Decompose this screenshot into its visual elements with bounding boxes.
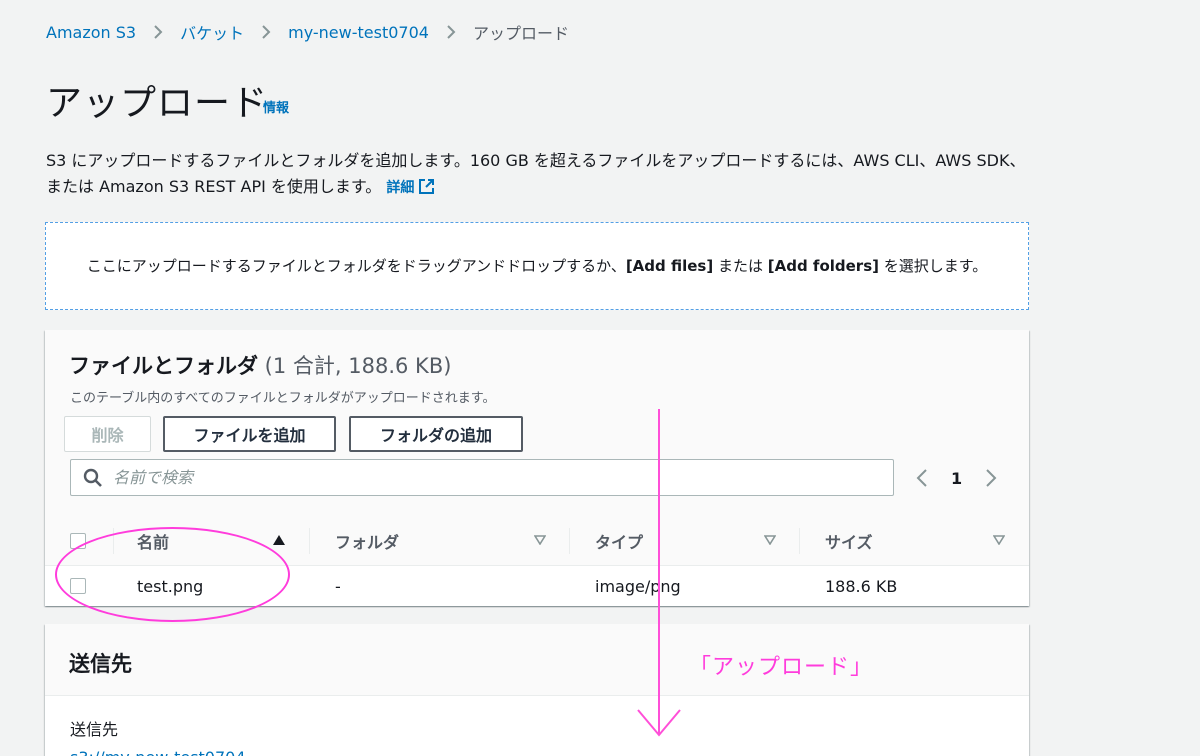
panel-title-text: ファイルとフォルダ bbox=[69, 354, 258, 378]
column-divider bbox=[569, 528, 570, 554]
description-text: S3 にアップロードするファイルとフォルダを追加します。160 GB を超えるフ… bbox=[46, 151, 1026, 196]
destination-label: 送信先 bbox=[70, 720, 119, 739]
breadcrumb-item-buckets[interactable]: バケット bbox=[180, 20, 244, 44]
breadcrumb: Amazon S3 バケット my-new-test0704 アップロード bbox=[46, 20, 569, 44]
column-header-size[interactable]: サイズ bbox=[825, 516, 873, 565]
dropzone-add-folders: [Add folders] bbox=[767, 256, 879, 275]
page-description: S3 にアップロードするファイルとフォルダを追加します。160 GB を超えるフ… bbox=[46, 148, 1036, 201]
breadcrumb-current: アップロード bbox=[472, 24, 569, 43]
column-size-label: サイズ bbox=[825, 532, 873, 552]
details-link-label: 詳細 bbox=[386, 180, 415, 196]
breadcrumb-item-s3[interactable]: Amazon S3 bbox=[46, 23, 136, 42]
dropzone-text-after: を選択します。 bbox=[879, 256, 988, 275]
column-divider bbox=[799, 528, 800, 554]
chevron-right-icon bbox=[429, 24, 473, 40]
column-type-label: タイプ bbox=[595, 532, 644, 552]
cell-folder: - bbox=[335, 576, 341, 596]
panel-title: ファイルとフォルダ (1 合計, 188.6 KB) bbox=[69, 350, 451, 380]
panel-subtitle: このテーブル内のすべてのファイルとフォルダがアップロードされます。 bbox=[70, 391, 496, 406]
column-folder-label: フォルダ bbox=[335, 532, 400, 552]
external-link-icon bbox=[419, 179, 435, 194]
sort-descending-icon[interactable] bbox=[764, 535, 776, 545]
search-input[interactable] bbox=[113, 468, 873, 487]
dropzone-text: ここにアップロードするファイルとフォルダをドラッグアンドドロップするか、[Add… bbox=[87, 254, 988, 279]
details-link[interactable]: 詳細 bbox=[386, 179, 435, 196]
chevron-right-icon bbox=[244, 24, 288, 40]
panel-count: (1 合計, 188.6 KB) bbox=[258, 354, 452, 378]
column-header-folder[interactable]: フォルダ bbox=[335, 516, 399, 565]
sort-ascending-icon[interactable] bbox=[273, 535, 285, 545]
sort-descending-icon[interactable] bbox=[534, 535, 546, 545]
destination-title: 送信先 bbox=[69, 652, 132, 676]
annotation-ellipse bbox=[55, 527, 290, 622]
annotation-arrow-line bbox=[658, 409, 660, 735]
column-header-type[interactable]: タイプ bbox=[595, 516, 643, 565]
destination-link[interactable]: s3://my-new-test0704 bbox=[70, 748, 246, 756]
add-files-button[interactable]: ファイルを追加 bbox=[163, 416, 336, 452]
pagination: 1 bbox=[915, 465, 998, 491]
annotation-arrow-head-icon bbox=[637, 709, 681, 737]
breadcrumb-item-bucket[interactable]: my-new-test0704 bbox=[288, 23, 429, 42]
cell-type: image/png bbox=[595, 576, 681, 596]
delete-button[interactable]: 削除 bbox=[64, 416, 151, 452]
cell-size: 188.6 KB bbox=[825, 576, 898, 596]
sort-descending-icon[interactable] bbox=[993, 535, 1005, 545]
info-link[interactable]: 情報 bbox=[263, 97, 289, 116]
search-box[interactable] bbox=[70, 459, 894, 496]
column-divider bbox=[309, 528, 310, 554]
page-number[interactable]: 1 bbox=[951, 469, 962, 488]
chevron-right-icon bbox=[136, 24, 180, 40]
panel-header: ファイルとフォルダ (1 合計, 188.6 KB) このテーブル内のすべてのフ… bbox=[45, 330, 1029, 516]
chevron-left-icon[interactable] bbox=[915, 467, 929, 489]
chevron-right-icon[interactable] bbox=[984, 467, 998, 489]
page-title: アップロード bbox=[46, 83, 269, 124]
file-dropzone[interactable]: ここにアップロードするファイルとフォルダをドラッグアンドドロップするか、[Add… bbox=[45, 222, 1029, 310]
annotation-text: 「アップロード」 bbox=[689, 655, 874, 680]
dropzone-text-before: ここにアップロードするファイルとフォルダをドラッグアンドドロップするか、 bbox=[86, 256, 626, 275]
add-folder-button[interactable]: フォルダの追加 bbox=[349, 416, 523, 452]
destination-header: 送信先 bbox=[45, 624, 1029, 696]
dropzone-add-files: [Add files] bbox=[625, 256, 714, 275]
destination-panel: 送信先 送信先 s3://my-new-test0704 bbox=[45, 624, 1029, 756]
dropzone-text-middle: または bbox=[713, 256, 768, 275]
search-icon bbox=[83, 468, 102, 487]
